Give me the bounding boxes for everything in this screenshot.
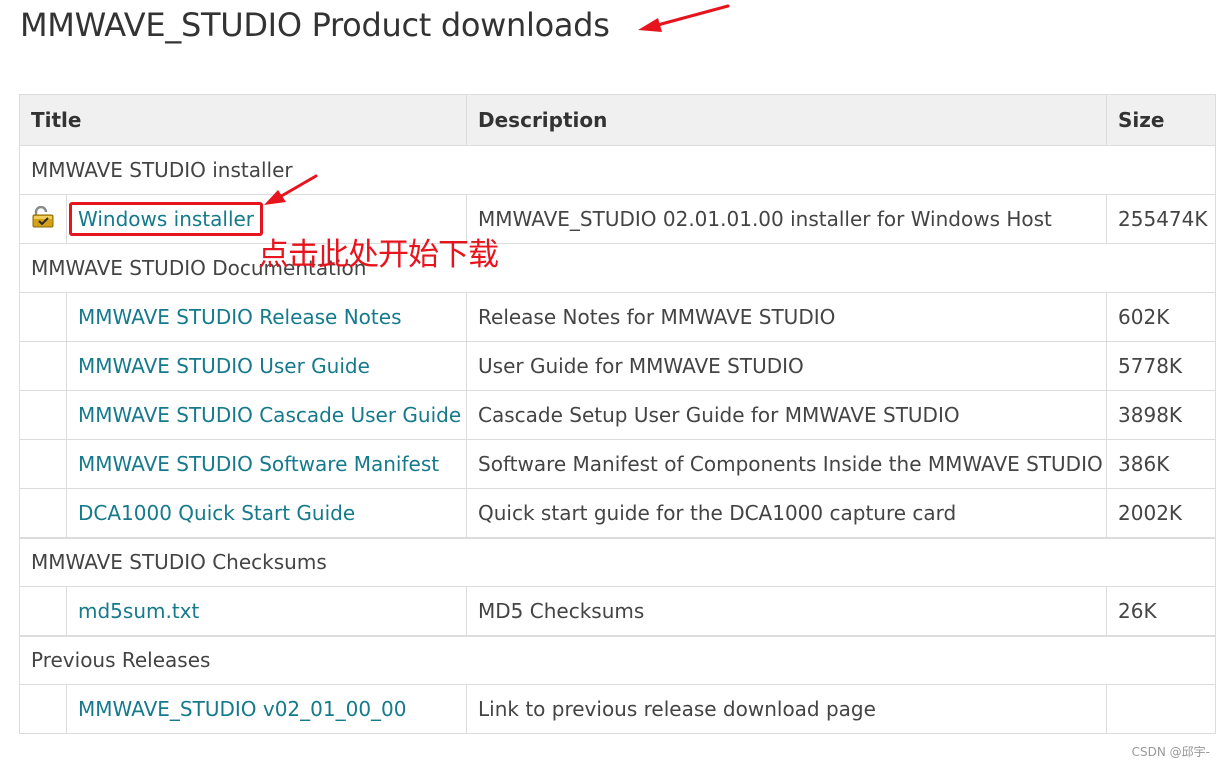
description-cell: MD5 Checksums: [466, 586, 1108, 636]
size-cell: 26K: [1106, 586, 1217, 636]
table-row: DCA1000 Quick Start Guide Quick start gu…: [19, 488, 1217, 538]
size-cell: 255474K: [1106, 194, 1217, 244]
section-label: MMWAVE STUDIO Checksums: [18, 536, 1217, 587]
annotation-text: 点击此处开始下载: [258, 237, 499, 273]
table-row: MMWAVE STUDIO Software Manifest Software…: [19, 439, 1217, 489]
title-cell: DCA1000 Quick Start Guide: [65, 488, 468, 538]
table-row: Windows installer MMWAVE_STUDIO 02.01.01…: [19, 194, 1217, 244]
highlight-box: Windows installer: [69, 202, 264, 236]
column-header-title[interactable]: Title: [18, 94, 468, 146]
column-header-description[interactable]: Description: [466, 94, 1108, 146]
user-guide-link[interactable]: MMWAVE STUDIO User Guide: [78, 354, 370, 378]
size-cell: 3898K: [1106, 390, 1217, 440]
software-manifest-link[interactable]: MMWAVE STUDIO Software Manifest: [78, 452, 439, 476]
section-row: Previous Releases: [18, 634, 1217, 685]
title-cell: MMWAVE STUDIO Release Notes: [65, 292, 468, 342]
release-notes-link[interactable]: MMWAVE STUDIO Release Notes: [78, 305, 402, 329]
icon-cell: [19, 439, 67, 489]
section-label: Previous Releases: [18, 634, 1217, 685]
section-label: MMWAVE STUDIO installer: [18, 145, 1217, 195]
previous-release-link[interactable]: MMWAVE_STUDIO v02_01_00_00: [78, 697, 407, 721]
section-row: MMWAVE STUDIO Checksums: [18, 536, 1217, 587]
title-cell: MMWAVE STUDIO Software Manifest: [65, 439, 468, 489]
description-cell: MMWAVE_STUDIO 02.01.01.00 installer for …: [466, 194, 1108, 244]
size-cell: 602K: [1106, 292, 1217, 342]
watermark: CSDN @邱宇-: [1131, 745, 1210, 759]
section-label: MMWAVE STUDIO Documentation: [18, 243, 1217, 293]
title-cell: MMWAVE STUDIO Cascade User Guide: [65, 390, 468, 440]
icon-cell: [19, 586, 67, 636]
table-header-row: Title Description Size: [18, 94, 1217, 146]
description-cell: Link to previous release download page: [466, 684, 1108, 734]
title-cell: MMWAVE STUDIO User Guide: [65, 341, 468, 391]
size-cell: 386K: [1106, 439, 1217, 489]
size-cell: [1106, 684, 1217, 734]
downloads-table: Title Description Size MMWAVE STUDIO ins…: [18, 94, 1217, 734]
dca1000-quick-start-link[interactable]: DCA1000 Quick Start Guide: [78, 501, 355, 525]
description-cell: Release Notes for MMWAVE STUDIO: [466, 292, 1108, 342]
icon-cell: [19, 684, 67, 734]
icon-cell: [19, 194, 67, 244]
icon-cell: [19, 390, 67, 440]
lock-icon: [32, 205, 54, 227]
description-cell: Quick start guide for the DCA1000 captur…: [466, 488, 1108, 538]
title-pointer-arrow-icon: [638, 4, 730, 32]
size-cell: 2002K: [1106, 488, 1217, 538]
section-row: MMWAVE STUDIO installer: [18, 145, 1217, 195]
description-cell: Software Manifest of Components Inside t…: [466, 439, 1108, 489]
title-cell: MMWAVE_STUDIO v02_01_00_00: [65, 684, 468, 734]
page: MMWAVE_STUDIO Product downloads Title De…: [0, 0, 1224, 766]
windows-installer-link[interactable]: Windows installer: [78, 207, 254, 231]
table-row: MMWAVE STUDIO Cascade User Guide Cascade…: [19, 390, 1217, 440]
table-row: md5sum.txt MD5 Checksums 26K: [19, 586, 1217, 636]
icon-cell: [19, 341, 67, 391]
column-header-size[interactable]: Size: [1106, 94, 1217, 146]
size-cell: 5778K: [1106, 341, 1217, 391]
table-row: MMWAVE_STUDIO v02_01_00_00 Link to previ…: [19, 684, 1217, 734]
md5sum-link[interactable]: md5sum.txt: [78, 599, 199, 623]
icon-cell: [19, 292, 67, 342]
page-title: MMWAVE_STUDIO Product downloads: [20, 6, 610, 44]
cascade-user-guide-link[interactable]: MMWAVE STUDIO Cascade User Guide: [78, 403, 461, 427]
description-cell: Cascade Setup User Guide for MMWAVE STUD…: [466, 390, 1108, 440]
installer-pointer-arrow-icon: [264, 174, 318, 205]
table-row: MMWAVE STUDIO User Guide User Guide for …: [19, 341, 1217, 391]
icon-cell: [19, 488, 67, 538]
table-row: MMWAVE STUDIO Release Notes Release Note…: [19, 292, 1217, 342]
title-cell: md5sum.txt: [65, 586, 468, 636]
section-row: MMWAVE STUDIO Documentation: [18, 243, 1217, 293]
description-cell: User Guide for MMWAVE STUDIO: [466, 341, 1108, 391]
